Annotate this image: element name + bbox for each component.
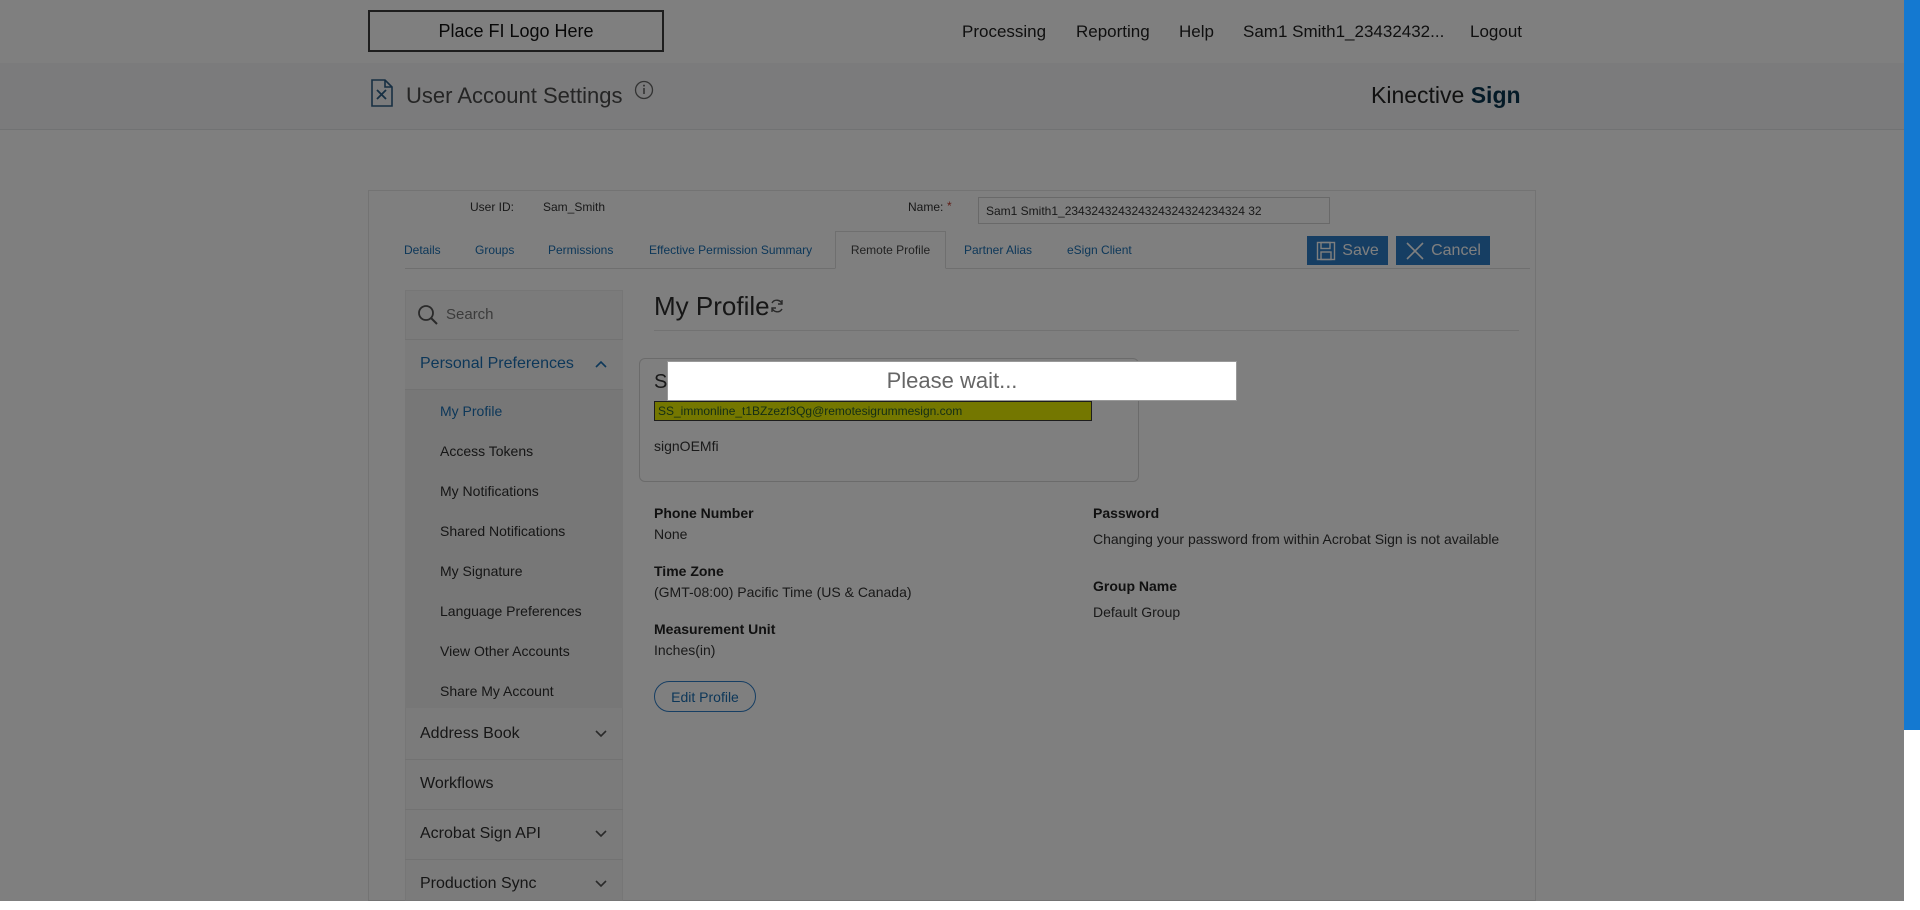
- scrollbar-thumb[interactable]: [1904, 0, 1920, 730]
- please-wait-dialog: Please wait...: [667, 361, 1237, 401]
- modal-overlay: [0, 0, 1904, 901]
